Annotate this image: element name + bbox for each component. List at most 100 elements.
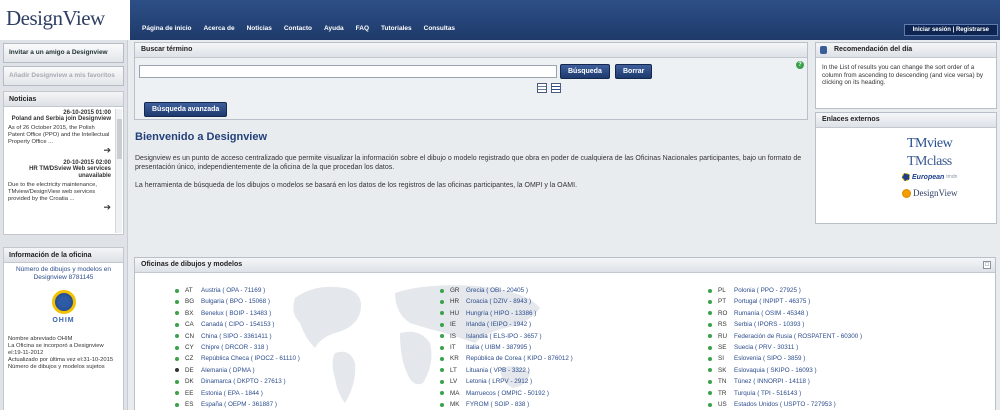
office-row[interactable]: CA Canadá ( CIPO - 154153 ) — [175, 319, 300, 330]
office-link[interactable]: Hungría ( HIPO - 13386 ) — [466, 308, 536, 319]
nav-tutorials[interactable]: Tutoriales — [375, 25, 418, 32]
office-row[interactable]: PL Polonia ( PPO - 27925 ) — [708, 285, 862, 296]
office-link[interactable]: República de Corea ( KIPO - 876012 ) — [466, 353, 573, 364]
office-link[interactable]: FYROM ( SOIP - 838 ) — [466, 399, 529, 410]
add-favorites-button[interactable]: Añadir Designview a mis favoritos — [3, 66, 124, 86]
office-row[interactable]: SK Eslovaquia ( SKIPO - 16093 ) — [708, 365, 862, 376]
office-link[interactable]: Letonia ( LRPV - 2912 ) — [466, 376, 532, 387]
office-link[interactable]: Turquía ( TPI - 516143 ) — [734, 388, 801, 399]
office-row[interactable]: HU Hungría ( HIPO - 13386 ) — [440, 308, 573, 319]
news-title[interactable]: Poland and Serbia join Designview — [8, 116, 111, 123]
office-row[interactable]: LV Letonia ( LRPV - 2912 ) — [440, 376, 573, 387]
office-row[interactable]: DK Dinamarca ( DKPTO - 27613 ) — [175, 376, 300, 387]
office-link[interactable]: Benelux ( BOIP - 13483 ) — [201, 308, 271, 319]
designview-link[interactable]: DesignView — [902, 188, 992, 198]
office-row[interactable]: MK FYROM ( SOIP - 838 ) — [440, 399, 573, 410]
office-link[interactable]: Suecia ( PRV - 30311 ) — [734, 342, 798, 353]
search-input[interactable] — [139, 65, 557, 78]
office-row[interactable]: IS Islandia ( ELS-IPO - 3657 ) — [440, 331, 573, 342]
office-row[interactable]: LT Lituania ( VPB - 3322 ) — [440, 365, 573, 376]
office-link[interactable]: Marruecos ( OMPIC - 50192 ) — [466, 388, 549, 399]
office-link[interactable]: Italia ( UIBM - 387995 ) — [466, 342, 531, 353]
clear-button[interactable]: Borrar — [615, 64, 653, 79]
expand-icon[interactable]: □ — [983, 261, 991, 269]
office-row[interactable]: PT Portugal ( INPIPT - 46375 ) — [708, 296, 862, 307]
office-row[interactable]: GR Grecia ( OBI - 20405 ) — [440, 285, 573, 296]
nav-help[interactable]: Ayuda — [318, 25, 350, 32]
office-row[interactable]: SE Suecia ( PRV - 30311 ) — [708, 342, 862, 353]
news-item[interactable]: 20-10-2015 02:00 HR TM/DSview Web servic… — [8, 160, 111, 212]
office-row[interactable]: MA Marruecos ( OMPIC - 50192 ) — [440, 388, 573, 399]
office-link[interactable]: Portugal ( INPIPT - 46375 ) — [734, 296, 810, 307]
office-row[interactable]: EE Estonia ( EPA - 1844 ) — [175, 388, 300, 399]
office-row[interactable]: TN Túnez ( INNORPI - 14118 ) — [708, 376, 862, 387]
office-row[interactable]: CN China ( SIPO - 3361411 ) — [175, 331, 300, 342]
tmclass-link[interactable]: TMclass — [907, 153, 992, 171]
office-link[interactable]: Alemania ( DPMA ) — [201, 365, 255, 376]
office-link[interactable]: Dinamarca ( DKPTO - 27613 ) — [201, 376, 286, 387]
office-link[interactable]: Estados Unidos ( USPTO - 727953 ) — [734, 399, 836, 410]
office-link[interactable]: Estonia ( EPA - 1844 ) — [201, 388, 263, 399]
office-link[interactable]: Bulgaria ( BPO - 15068 ) — [201, 296, 270, 307]
office-row[interactable]: RU Federación de Rusia ( ROSPATENT - 6030… — [708, 331, 862, 342]
search-button[interactable]: Búsqueda — [560, 64, 610, 79]
office-row[interactable]: HR Croacia ( DZIV - 8943 ) — [440, 296, 573, 307]
nav-faq[interactable]: FAQ — [350, 25, 375, 32]
office-link[interactable]: Croacia ( DZIV - 8943 ) — [466, 296, 531, 307]
tmview-link[interactable]: TMview — [907, 135, 992, 153]
office-link[interactable]: Lituania ( VPB - 3322 ) — [466, 365, 530, 376]
office-link[interactable]: Eslovenia ( SIPO - 3859 ) — [734, 353, 805, 364]
office-link[interactable]: Túnez ( INNORPI - 14118 ) — [734, 376, 810, 387]
nav-news[interactable]: Noticias — [241, 25, 278, 32]
nav-home[interactable]: Página de inicio — [136, 25, 197, 32]
office-link[interactable]: Chipre ( DRCOR - 318 ) — [201, 342, 268, 353]
office-link[interactable]: Eslovaquia ( SKIPO - 16093 ) — [734, 365, 817, 376]
office-row[interactable]: DE Alemania ( DPMA ) — [175, 365, 300, 376]
office-row[interactable]: AT Austria ( OPA - 71169 ) — [175, 285, 300, 296]
news-item[interactable]: 26-10-2015 01:00 Poland and Serbia join … — [8, 110, 111, 155]
office-design-count-link[interactable]: Número de dibujos y modelos en Designvie… — [8, 266, 119, 282]
office-link[interactable]: España ( OEPM - 361887 ) — [201, 399, 277, 410]
office-link[interactable]: Austria ( OPA - 71169 ) — [201, 285, 265, 296]
scrollbar-thumb[interactable] — [117, 119, 122, 159]
office-row[interactable]: CY Chipre ( DRCOR - 318 ) — [175, 342, 300, 353]
office-row[interactable]: RS Serbia ( IPORS - 10393 ) — [708, 319, 862, 330]
nav-about[interactable]: Acerca de — [197, 25, 240, 32]
office-row[interactable]: RO Rumanía ( OSIM - 45348 ) — [708, 308, 862, 319]
help-icon[interactable]: ? — [796, 61, 804, 69]
office-row[interactable]: TR Turquía ( TPI - 516143 ) — [708, 388, 862, 399]
office-link[interactable]: República Checa ( IPOCZ - 61110 ) — [201, 353, 300, 364]
office-row[interactable]: ES España ( OEPM - 361887 ) — [175, 399, 300, 410]
login-register-button[interactable]: Iniciar sesión | Registrarse — [903, 24, 998, 36]
office-row[interactable]: SI Eslovenia ( SIPO - 3859 ) — [708, 353, 862, 364]
office-link[interactable]: Rumanía ( OSIM - 45348 ) — [734, 308, 808, 319]
office-row[interactable]: US Estados Unidos ( USPTO - 727953 ) — [708, 399, 862, 410]
nav-queries[interactable]: Consultas — [418, 25, 461, 32]
office-link[interactable]: Canadá ( CIPO - 154153 ) — [201, 319, 275, 330]
office-row[interactable]: IE Irlanda ( IEIPO - 1942 ) — [440, 319, 573, 330]
office-link[interactable]: Serbia ( IPORS - 10393 ) — [734, 319, 804, 330]
office-link[interactable]: Polonia ( PPO - 27925 ) — [734, 285, 801, 296]
invite-friend-button[interactable]: Invitar a un amigo a Designview — [3, 43, 124, 63]
office-row[interactable]: IT Italia ( UIBM - 387995 ) — [440, 342, 573, 353]
arrow-right-icon[interactable]: ➔ — [8, 203, 111, 212]
european-tmdn-link[interactable]: European tmdn — [902, 173, 992, 181]
office-link[interactable]: China ( SIPO - 3361411 ) — [201, 331, 272, 342]
office-row[interactable]: KR República de Corea ( KIPO - 876012 ) — [440, 353, 573, 364]
list-view-icon[interactable] — [551, 83, 561, 93]
office-link[interactable]: Grecia ( OBI - 20405 ) — [466, 285, 528, 296]
office-link[interactable]: Irlanda ( IEIPO - 1942 ) — [466, 319, 531, 330]
advanced-search-button[interactable]: Búsqueda avanzada — [144, 102, 228, 117]
office-link[interactable]: Islandia ( ELS-IPO - 3657 ) — [466, 331, 542, 342]
nav-contact[interactable]: Contacto — [278, 25, 318, 32]
designview-logo[interactable]: DesignView — [0, 0, 130, 40]
news-scrollbar[interactable] — [115, 109, 122, 233]
news-title[interactable]: HR TM/DSview Web services unavailable — [8, 166, 111, 180]
office-row[interactable]: CZ República Checa ( IPOCZ - 61110 ) — [175, 353, 300, 364]
office-link[interactable]: Federación de Rusia ( ROSPATENT - 60300 … — [734, 331, 862, 342]
grid-view-icon[interactable] — [537, 83, 547, 93]
arrow-right-icon[interactable]: ➔ — [8, 146, 111, 155]
office-row[interactable]: BG Bulgaria ( BPO - 15068 ) — [175, 296, 300, 307]
office-row[interactable]: BX Benelux ( BOIP - 13483 ) — [175, 308, 300, 319]
news-list[interactable]: 26-10-2015 01:00 Poland and Serbia join … — [3, 107, 124, 235]
